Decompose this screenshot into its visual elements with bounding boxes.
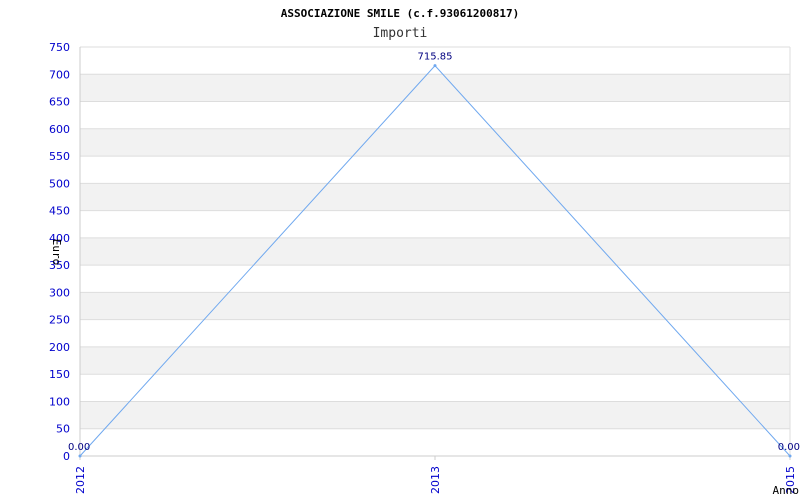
data-point: [433, 64, 437, 68]
y-tick-label: 150: [49, 368, 70, 381]
grid-band: [80, 265, 790, 293]
chart-title: ASSOCIAZIONE SMILE (c.f.93061200817): [281, 7, 519, 20]
grid-band: [80, 74, 790, 102]
grid-band: [80, 183, 790, 211]
x-axis-title: Anno: [773, 484, 800, 497]
x-tick-label: 2013: [429, 466, 442, 494]
grid-band: [80, 292, 790, 320]
y-tick-label: 750: [49, 41, 70, 54]
data-label: 0.00: [778, 442, 800, 453]
y-tick-label: 200: [49, 341, 70, 354]
data-point: [788, 454, 792, 458]
chart-subtitle: Importi: [373, 26, 428, 41]
grid-band: [80, 101, 790, 129]
y-tick-label: 100: [49, 395, 70, 408]
line-chart: 0501001502002503003504004505005506006507…: [49, 7, 800, 497]
x-axis-ticks: 2012 2013 2015: [74, 456, 797, 494]
y-tick-label: 700: [49, 68, 70, 81]
grid-band: [80, 428, 790, 456]
y-tick-label: 50: [56, 423, 70, 436]
grid-bands: [80, 47, 790, 456]
y-tick-label: 600: [49, 123, 70, 136]
data-label: 715.85: [418, 52, 453, 63]
y-tick-label: 650: [49, 96, 70, 109]
y-tick-label: 550: [49, 150, 70, 163]
grid-band: [80, 210, 790, 238]
y-tick-label: 500: [49, 177, 70, 190]
y-tick-label: 450: [49, 205, 70, 218]
y-tick-label: 250: [49, 314, 70, 327]
y-axis-title: Euro: [50, 239, 63, 266]
data-label: 0.00: [68, 442, 90, 453]
grid-band: [80, 237, 790, 266]
grid-band: [80, 319, 790, 347]
grid-band: [80, 156, 790, 184]
data-point: [78, 454, 82, 458]
grid-band: [80, 401, 790, 429]
y-tick-label: 300: [49, 286, 70, 299]
grid-band: [80, 346, 790, 375]
grid-band: [80, 374, 790, 402]
grid-band: [80, 128, 790, 157]
x-tick-label: 2012: [74, 466, 87, 494]
